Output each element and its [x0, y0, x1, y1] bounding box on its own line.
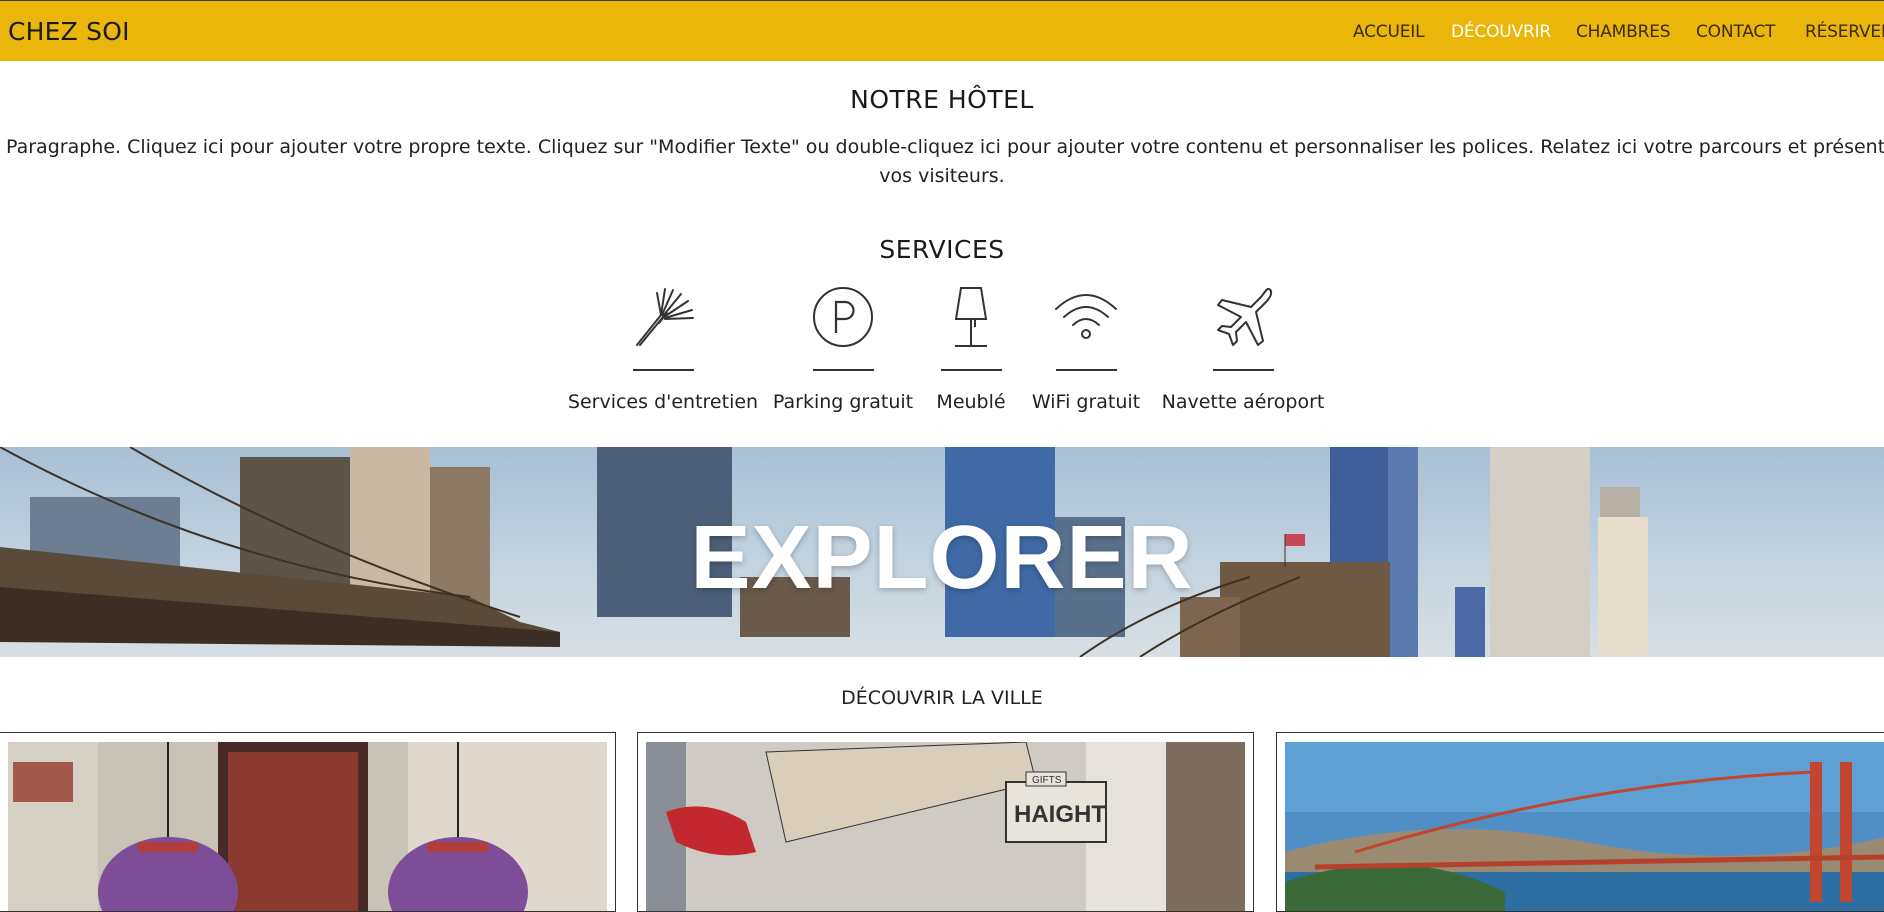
nav-item-contact[interactable]: CONTACT — [1696, 22, 1775, 42]
service-label: Services d'entretien — [567, 391, 759, 413]
feather-duster-icon — [636, 288, 694, 346]
service-divider — [632, 369, 694, 371]
golden-gate-bridge-image — [1285, 742, 1884, 911]
parking-icon — [813, 287, 873, 347]
wifi-icon — [1055, 294, 1117, 339]
discover-title: DÉCOUVRIR LA VILLE — [841, 687, 1043, 709]
service-divider — [1055, 369, 1117, 371]
service-shuttle: Navette aéroport — [1143, 285, 1343, 413]
nav-item-chambres[interactable]: CHAMBRES — [1576, 22, 1671, 42]
service-divider — [1212, 369, 1274, 371]
hotel-paragraph-line1: Paragraphe. Cliquez ici pour ajouter vot… — [6, 136, 1884, 158]
svg-text:HAIGHT: HAIGHT — [1014, 801, 1106, 828]
services-title: SERVICES — [879, 235, 1005, 264]
chinatown-lanterns-image — [8, 742, 607, 911]
site-brand[interactable]: CHEZ SOI — [8, 17, 130, 46]
hotel-paragraph-line2: vos visiteurs. — [879, 165, 1005, 187]
explorer-banner: EXPLORER — [0, 447, 1884, 657]
hotel-paragraph[interactable]: Paragraphe. Cliquez ici pour ajouter vot… — [0, 133, 1884, 191]
top-navbar: CHEZ SOI ACCUEIL DÉCOUVRIR CHAMBRES CONT… — [0, 0, 1884, 61]
discover-card-golden-gate[interactable] — [1276, 732, 1884, 912]
service-cleaning: Services d'entretien — [563, 285, 763, 413]
service-label: Navette aéroport — [1161, 391, 1325, 413]
discover-card-chinatown[interactable] — [0, 732, 616, 912]
nav-item-decouvrir[interactable]: DÉCOUVRIR — [1451, 22, 1551, 42]
service-divider — [812, 369, 874, 371]
airplane-icon — [1217, 287, 1273, 346]
banner-title: EXPLORER — [690, 508, 1194, 608]
hotel-title: NOTRE HÔTEL — [850, 85, 1034, 114]
discover-card-haight[interactable]: HAIGHT GIFTS — [637, 732, 1254, 912]
nav-item-accueil[interactable]: ACCUEIL — [1353, 22, 1425, 42]
haight-street-sign-image: HAIGHT GIFTS — [646, 742, 1245, 911]
svg-text:GIFTS: GIFTS — [1032, 775, 1062, 786]
nav-item-reserver[interactable]: RÉSERVER — [1805, 22, 1884, 42]
